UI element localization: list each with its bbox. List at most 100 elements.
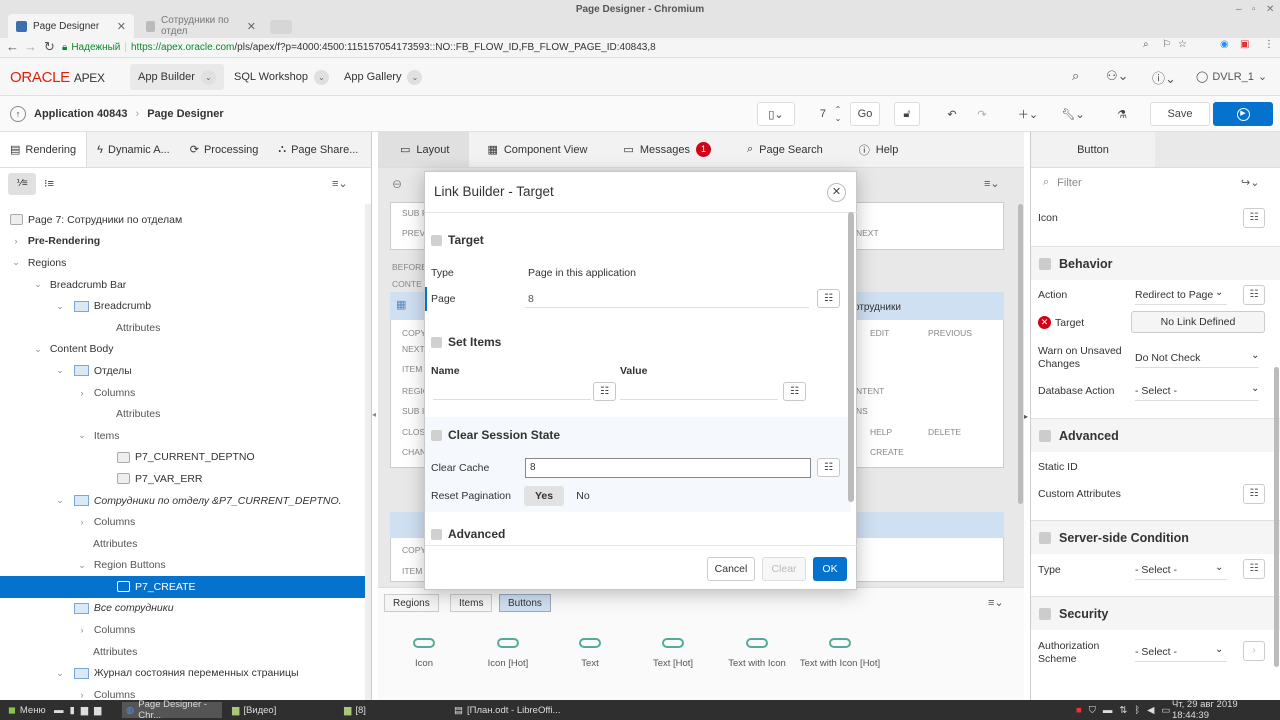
chevron-down-icon[interactable]: ⌄	[313, 69, 329, 85]
tree-node-regions[interactable]: ⌄ Regions	[0, 252, 365, 274]
oracle-apex-logo[interactable]: ORACLE APEX	[10, 69, 105, 86]
section-server-side-condition[interactable]: Server-side Condition	[1031, 520, 1280, 554]
shared-components-icon[interactable]: ⚗︎	[1110, 102, 1134, 126]
tree-node-vse-sotrudniki[interactable]: Все сотрудники	[0, 598, 365, 620]
forward-icon[interactable]: →	[24, 39, 37, 54]
tree-node-columns[interactable]: › Columns	[0, 684, 365, 700]
section-clear-session-state[interactable]: Clear Session State	[431, 423, 846, 447]
zoom-icon[interactable]: ⌕	[1143, 39, 1149, 50]
tree-menu-icon[interactable]: ≡⌄	[332, 177, 348, 190]
nav-app-builder[interactable]: App Builder ⌄	[130, 64, 224, 90]
back-icon[interactable]: ←	[6, 39, 19, 54]
browser-tab-sotrudniki[interactable]: Сотрудники по отдел ✕	[138, 14, 264, 38]
tree-node-content-body[interactable]: ⌄ Content Body	[0, 339, 365, 361]
tree-node-attributes[interactable]: Attributes	[0, 641, 365, 663]
tree-node-columns[interactable]: › Columns	[0, 619, 365, 641]
tree-node-page[interactable]: Page 7: Сотрудники по отделам	[0, 209, 365, 231]
undo-icon[interactable]: ↶	[940, 102, 964, 126]
type-value[interactable]: Page in this application	[528, 267, 636, 279]
close-window-icon[interactable]: ✕	[1266, 4, 1274, 15]
tree-node-attributes[interactable]: Attributes	[0, 403, 365, 425]
clear-cache-input[interactable]: 8	[525, 458, 811, 478]
gallery-tab-buttons[interactable]: Buttons	[499, 594, 551, 612]
tab-help[interactable]: ⓘ Help	[841, 132, 917, 167]
redo-icon[interactable]: ↷	[970, 102, 994, 126]
section-advanced[interactable]: Advanced	[1031, 418, 1280, 452]
page-number-input[interactable]: 7	[796, 102, 830, 126]
section-set-items[interactable]: Set Items	[431, 330, 846, 354]
dialog-scrollbar[interactable]	[848, 212, 854, 502]
tab-page-search[interactable]: ⌕ Page Search	[729, 132, 841, 167]
gallery-item-icon[interactable]: Icon	[379, 638, 469, 669]
tree-node-attributes[interactable]: Attributes	[0, 317, 365, 339]
tree-node-item[interactable]: P7_VAR_ERR	[0, 468, 365, 490]
maximize-icon[interactable]: ▫	[1252, 4, 1256, 15]
splitter-handle[interactable]: ▸	[1024, 412, 1028, 421]
taskbar-item-libreoffice[interactable]: ▤ [План.odt - LibreOffi...	[450, 702, 564, 718]
zoom-out-icon[interactable]: ⊖	[392, 177, 402, 191]
tree-node-item[interactable]: P7_CURRENT_DEPTNO	[0, 447, 365, 469]
lock-page-icon[interactable]: 🔓︎	[894, 102, 920, 126]
user-menu[interactable]: ◯ DVLR_1 ⌄	[1196, 70, 1267, 84]
save-button[interactable]: Save	[1150, 102, 1210, 126]
reset-pagination-yes[interactable]: Yes	[524, 486, 564, 506]
gallery-menu-icon[interactable]: ≡⌄	[988, 596, 1004, 609]
quick-launch[interactable]: ▬ ▮ ▆ ▆	[50, 702, 105, 718]
action-select[interactable]: Redirect to Page	[1135, 289, 1227, 305]
layout-menu-icon[interactable]: ≡⌄	[984, 177, 1000, 190]
tab-layout[interactable]: ▭ Layout	[378, 132, 470, 167]
tree-node-items[interactable]: ⌄ Items	[0, 425, 365, 447]
tab-messages[interactable]: ▭ Messages 1	[605, 132, 729, 167]
tree-node-breadcrumb[interactable]: ⌄ Breadcrumb	[0, 295, 365, 317]
run-page-button[interactable]: ▶	[1213, 102, 1273, 126]
gallery-item-text-hot[interactable]: Text [Hot]	[628, 638, 718, 669]
close-icon[interactable]: ✕	[827, 183, 846, 202]
type-select[interactable]: - Select -	[1135, 564, 1227, 580]
reload-icon[interactable]: ↻	[44, 39, 55, 55]
up-arrow-icon[interactable]: ↑	[10, 106, 26, 122]
cancel-button[interactable]: Cancel	[707, 557, 755, 581]
clear-button[interactable]: Clear	[762, 557, 806, 581]
breadcrumb-application[interactable]: Application 40843	[34, 108, 128, 120]
translate-icon[interactable]: ⚐	[1162, 39, 1171, 50]
clear-cache-list-button[interactable]: ☷	[817, 458, 840, 477]
gallery-item-text[interactable]: Text	[545, 638, 635, 669]
taskbar-item-8[interactable]: ▆ [8]	[340, 702, 370, 718]
menu-dots-icon[interactable]: ⋮	[1264, 39, 1274, 50]
chevron-down-icon[interactable]: ⌄	[407, 69, 423, 85]
page-field[interactable]: 8	[528, 293, 534, 305]
start-menu-button[interactable]: ◼ Меню	[4, 702, 50, 718]
layout-scrollbar[interactable]	[1018, 204, 1023, 504]
taskbar-item-chrome[interactable]: ◍ Page Designer - Chr...	[122, 699, 222, 720]
gallery-item-icon-hot[interactable]: Icon [Hot]	[463, 638, 553, 669]
go-to-group-icon[interactable]: ↪⌄	[1241, 176, 1259, 189]
tree-node-columns[interactable]: › Columns	[0, 382, 365, 404]
new-tab-button[interactable]	[270, 20, 292, 34]
tree-scrollbar[interactable]	[365, 204, 371, 700]
search-icon[interactable]: ⌕	[1072, 68, 1079, 84]
nav-app-gallery[interactable]: App Gallery ⌄	[336, 64, 430, 90]
name-list-button[interactable]: ☷	[593, 382, 616, 401]
tree-node-attributes[interactable]: Attributes	[0, 533, 365, 555]
warn-select[interactable]: Do Not Check	[1135, 352, 1259, 368]
close-tab-icon[interactable]: ✕	[117, 20, 126, 33]
nav-sql-workshop[interactable]: SQL Workshop ⌄	[226, 64, 337, 90]
gallery-tab-regions[interactable]: Regions	[384, 594, 439, 612]
help-icon[interactable]: ⓘ⌄	[1152, 68, 1176, 87]
ok-button[interactable]: OK	[813, 557, 847, 581]
tree-node-pre-rendering[interactable]: › Pre-Rendering	[0, 231, 365, 253]
tree-node-breadcrumb-bar[interactable]: ⌄ Breadcrumb Bar	[0, 274, 365, 296]
authorization-select[interactable]: - Select -	[1135, 646, 1227, 662]
value-list-button[interactable]: ☷	[783, 382, 806, 401]
close-tab-icon[interactable]: ✕	[247, 20, 256, 33]
section-security[interactable]: Security	[1031, 596, 1280, 630]
browser-tab-page-designer[interactable]: Page Designer ✕	[8, 14, 134, 38]
chevron-down-icon[interactable]: ⌄	[200, 69, 216, 85]
type-list-button[interactable]: ☷	[1243, 559, 1265, 579]
skype-icon[interactable]: ◉	[1220, 39, 1229, 50]
gallery-item-text-with-icon[interactable]: Text with Icon	[712, 638, 802, 669]
tab-page-shared[interactable]: ⛬ Page Share...	[268, 132, 368, 167]
target-link-button[interactable]: No Link Defined	[1131, 311, 1265, 333]
page-list-button[interactable]: ☷	[817, 289, 840, 308]
property-scrollbar[interactable]	[1274, 367, 1279, 667]
